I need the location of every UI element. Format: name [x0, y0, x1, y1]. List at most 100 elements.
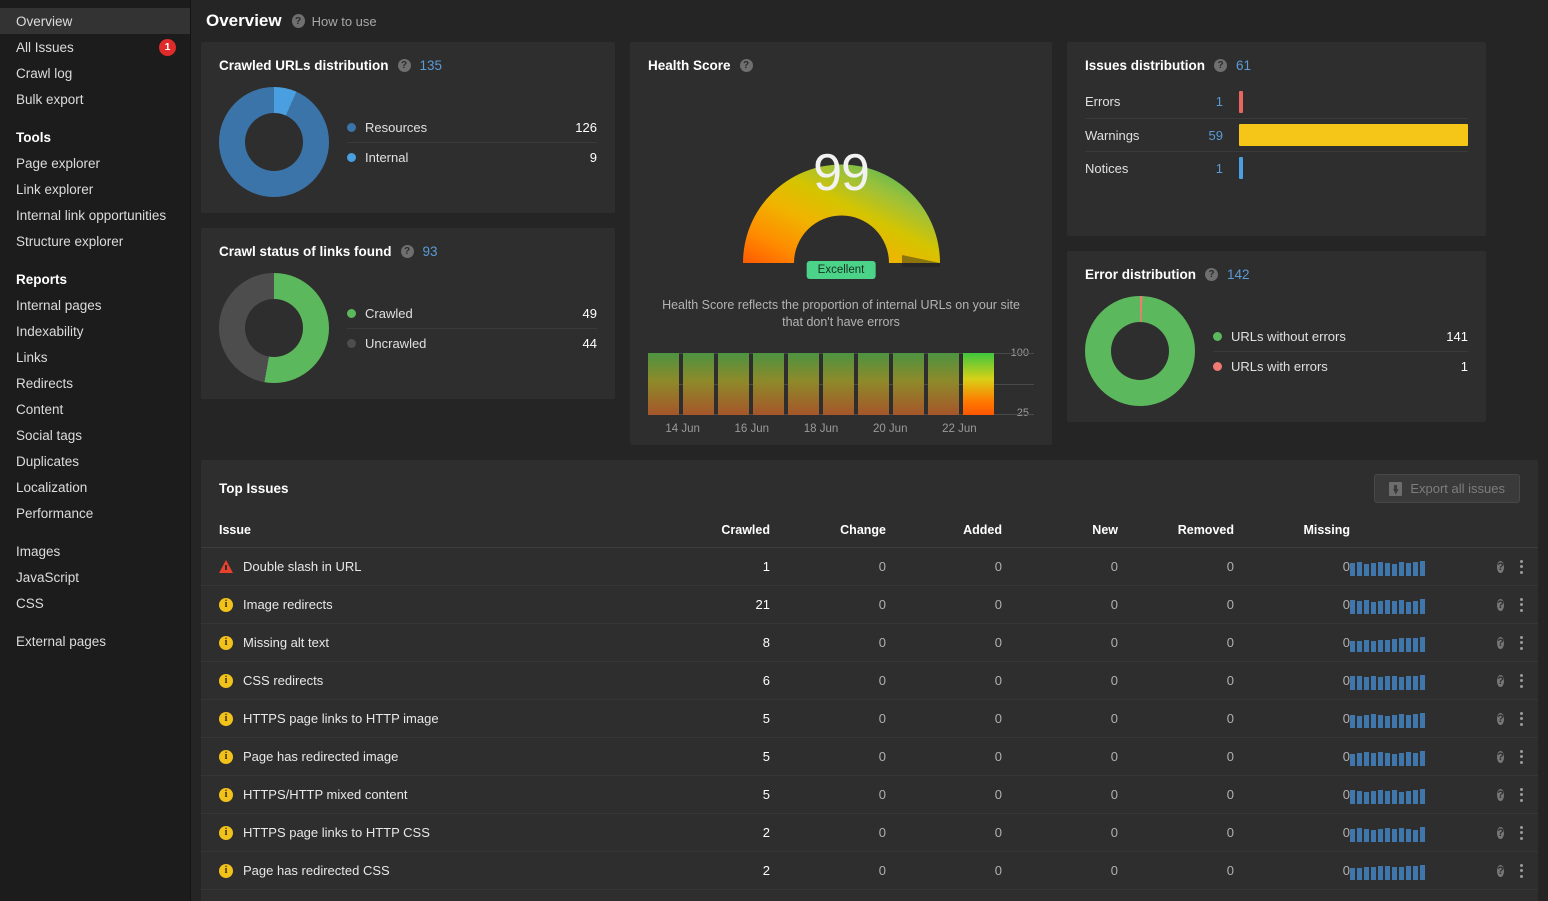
sidebar-item-javascript[interactable]: JavaScript	[0, 564, 190, 590]
table-row[interactable]: i CSS redirects 6 0 0 0 0 0?	[201, 661, 1538, 700]
help-icon[interactable]: ?	[1205, 268, 1218, 281]
more-options-icon[interactable]	[1504, 787, 1538, 802]
cell-issue[interactable]: Double slash in URL	[201, 547, 658, 586]
how-to-use-link[interactable]: ? How to use	[291, 14, 377, 29]
help-icon[interactable]: ?	[1497, 599, 1504, 611]
cell-issue[interactable]: i HTTPS/HTTP mixed content	[201, 775, 658, 814]
more-options-icon[interactable]	[1504, 597, 1538, 612]
cell-crawled: 6	[658, 661, 770, 700]
sidebar-item-duplicates[interactable]: Duplicates	[0, 448, 190, 474]
table-row[interactable]: i Page has redirected CSS 2 0 0 0 0 0?	[201, 851, 1538, 890]
cell-issue[interactable]: i Missing alt text	[201, 623, 658, 662]
column-header-missing[interactable]: Missing	[1234, 515, 1350, 548]
chart-bar[interactable]	[648, 353, 679, 415]
column-header-crawled[interactable]: Crawled	[658, 515, 770, 548]
table-row[interactable]: i Image redirects 21 0 0 0 0 0?	[201, 585, 1538, 624]
column-header-change[interactable]: Change	[770, 515, 886, 548]
help-icon[interactable]: ?	[400, 245, 414, 258]
legend-color-dot	[1213, 361, 1222, 371]
help-icon[interactable]: ?	[1497, 637, 1504, 649]
dashboard-column-left: Crawled URLs distribution ? 135 Resource…	[201, 42, 615, 399]
sidebar-item-all-issues[interactable]: All Issues 1	[0, 34, 190, 60]
sidebar-item-css[interactable]: CSS	[0, 590, 190, 616]
sparkline-bar	[1364, 752, 1369, 766]
sidebar-item-internal-pages[interactable]: Internal pages	[0, 292, 190, 318]
column-header-new[interactable]: New	[1002, 515, 1118, 548]
sidebar-item-internal-link-opportunities[interactable]: Internal link opportunities	[0, 202, 190, 228]
cell-issue[interactable]: iOpen Graph tags incomplete	[201, 889, 658, 901]
sparkline-bar	[1420, 713, 1425, 728]
export-all-issues-button[interactable]: Export all issues	[1374, 474, 1520, 503]
more-options-icon[interactable]	[1504, 559, 1538, 574]
sidebar-item-label: External pages	[16, 633, 107, 649]
table-row[interactable]: i Missing alt text 8 0 0 0 0 0?	[201, 623, 1538, 662]
sidebar-item-performance[interactable]: Performance	[0, 500, 190, 526]
chart-bar[interactable]	[788, 353, 819, 415]
sidebar-item-indexability[interactable]: Indexability	[0, 318, 190, 344]
column-header-issue[interactable]: Issue	[201, 515, 658, 548]
column-header-removed[interactable]: Removed	[1118, 515, 1234, 548]
cell-issue[interactable]: i HTTPS page links to HTTP image	[201, 699, 658, 738]
sparkline-bar	[1364, 792, 1369, 804]
table-row[interactable]: i HTTPS/HTTP mixed content 5 0 0 0 0 0?	[201, 775, 1538, 814]
help-icon[interactable]: ?	[1497, 751, 1504, 763]
sidebar-item-external-pages[interactable]: External pages	[0, 628, 190, 654]
sidebar-item-page-explorer[interactable]: Page explorer	[0, 150, 190, 176]
table-row[interactable]: Double slash in URL 1 0 0 0 0 0?	[201, 547, 1538, 586]
help-icon[interactable]: ?	[1497, 713, 1504, 725]
help-icon[interactable]: ?	[1497, 675, 1504, 687]
help-icon[interactable]: ?	[1497, 827, 1504, 839]
sidebar-item-social-tags[interactable]: Social tags	[0, 422, 190, 448]
table-row[interactable]: i HTTPS page links to HTTP image 5 0 0 0 0 0?	[201, 699, 1538, 738]
cell-new: 0	[1002, 547, 1118, 586]
help-icon[interactable]: ?	[1214, 59, 1228, 72]
chart-bar[interactable]	[753, 353, 784, 415]
chart-bar[interactable]	[823, 353, 854, 415]
chart-bar[interactable]	[893, 353, 924, 415]
sparkline-bar	[1406, 791, 1411, 804]
sidebar-item-bulk-export[interactable]: Bulk export	[0, 86, 190, 112]
more-options-icon[interactable]	[1504, 749, 1538, 764]
chart-bar[interactable]	[718, 353, 749, 415]
more-options-icon[interactable]	[1504, 673, 1538, 688]
cell-issue[interactable]: i Image redirects	[201, 585, 658, 624]
chart-bar[interactable]	[683, 353, 714, 415]
sparkline-bar	[1399, 714, 1404, 728]
sidebar-item-structure-explorer[interactable]: Structure explorer	[0, 228, 190, 254]
more-options-icon[interactable]	[1504, 711, 1538, 726]
more-options-icon[interactable]	[1504, 635, 1538, 650]
column-header-added[interactable]: Added	[886, 515, 1002, 548]
table-row[interactable]: i HTTPS page links to HTTP CSS 2 0 0 0 0 0?	[201, 813, 1538, 852]
sidebar-item-localization[interactable]: Localization	[0, 474, 190, 500]
chart-bar[interactable]	[858, 353, 889, 415]
sidebar-item-links[interactable]: Links	[0, 344, 190, 370]
help-icon[interactable]: ?	[1497, 561, 1504, 573]
help-icon[interactable]: ?	[1497, 789, 1504, 801]
chart-bar[interactable]	[928, 353, 959, 415]
sparkline-bar	[1385, 866, 1390, 880]
help-icon[interactable]: ?	[397, 59, 411, 72]
cell-issue[interactable]: i CSS redirects	[201, 661, 658, 700]
sparkline-chart	[1350, 671, 1460, 690]
cell-issue[interactable]: i Page has redirected image	[201, 737, 658, 776]
sidebar-item-images[interactable]: Images	[0, 538, 190, 564]
sparkline-bar	[1385, 716, 1390, 728]
more-options-icon[interactable]	[1504, 825, 1538, 840]
sidebar-item-redirects[interactable]: Redirects	[0, 370, 190, 396]
cell-change: 0	[770, 889, 886, 901]
cell-added: 0	[886, 661, 1002, 700]
cell-issue[interactable]: i HTTPS page links to HTTP CSS	[201, 813, 658, 852]
help-icon[interactable]: ?	[739, 59, 753, 72]
sidebar-item-crawl-log[interactable]: Crawl log	[0, 60, 190, 86]
more-options-icon[interactable]	[1504, 863, 1538, 878]
table-row[interactable]: iOpen Graph tags incomplete200000?	[201, 889, 1538, 901]
sparkline-bar	[1413, 830, 1418, 842]
cell-issue[interactable]: i Page has redirected CSS	[201, 851, 658, 890]
sidebar-item-content[interactable]: Content	[0, 396, 190, 422]
chart-bar-highlighted[interactable]	[963, 353, 994, 415]
table-row[interactable]: i Page has redirected image 5 0 0 0 0 0?	[201, 737, 1538, 776]
row-bar-fill	[1239, 90, 1243, 113]
sidebar-item-overview[interactable]: Overview	[0, 8, 190, 34]
sidebar-item-link-explorer[interactable]: Link explorer	[0, 176, 190, 202]
help-icon[interactable]: ?	[1497, 865, 1504, 877]
